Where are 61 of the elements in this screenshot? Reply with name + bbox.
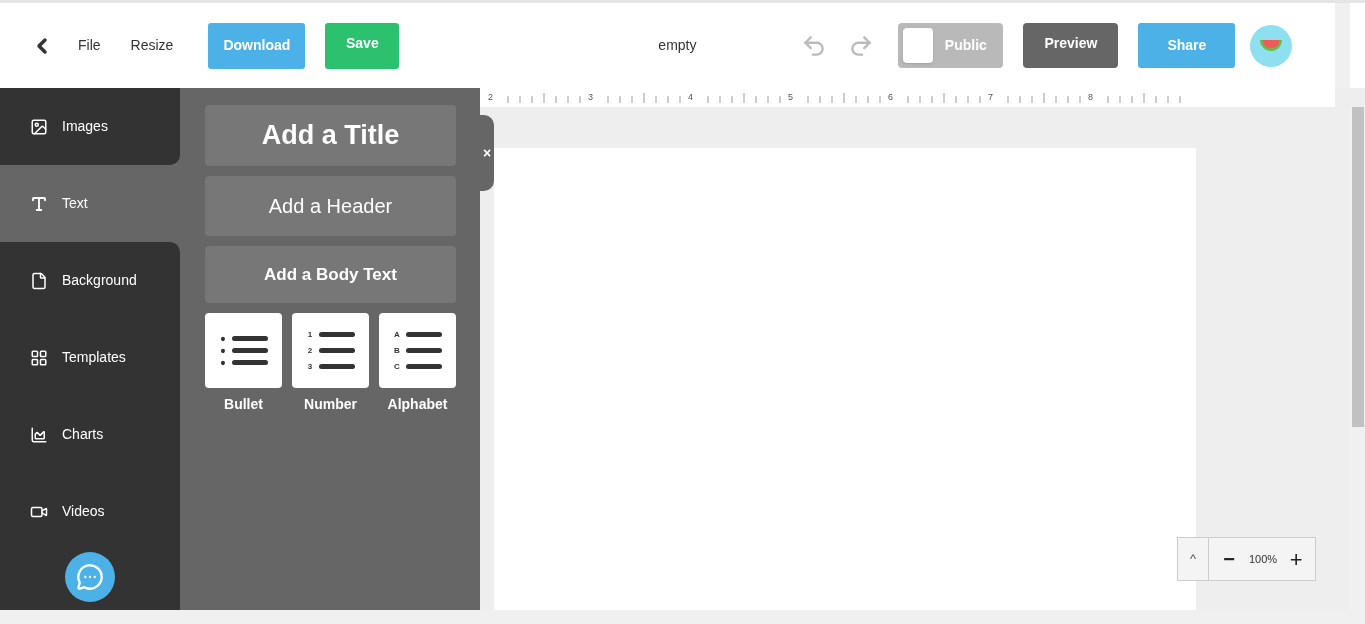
list-style-button[interactable]: • • • Bullet	[205, 313, 282, 415]
zoom-in-button[interactable]: +	[1277, 538, 1316, 580]
zoom-out-button[interactable]: −	[1209, 538, 1249, 580]
list-marker: •	[219, 334, 227, 343]
list-marker: B	[393, 344, 401, 357]
list-style-button[interactable]: 1 2 3 Number	[292, 313, 369, 415]
list-marker: •	[219, 358, 227, 367]
line-icon	[231, 348, 268, 353]
text-style-button[interactable]: Add a Body Text	[205, 246, 456, 303]
chat-icon	[76, 563, 104, 591]
sidebar-item[interactable]: Background	[0, 242, 180, 319]
list-style-button[interactable]: A B C Alphabet	[379, 313, 456, 415]
list-style-label: Bullet	[224, 395, 263, 414]
list-marker: 2	[306, 344, 314, 357]
menu-item[interactable]: File	[78, 35, 101, 56]
toggle-knob	[903, 28, 934, 63]
page-icon	[30, 271, 48, 290]
line-icon	[231, 360, 268, 365]
sidebar-item[interactable]: Templates	[0, 319, 180, 396]
collapse-button[interactable]: ^	[1178, 538, 1209, 580]
canvas-page[interactable]	[494, 148, 1196, 610]
list-style-label: Number	[304, 395, 357, 414]
line-icon	[318, 332, 355, 337]
line-icon	[318, 364, 355, 369]
line-icon	[231, 336, 268, 341]
line-icon	[405, 348, 442, 353]
ruler-number: 3	[588, 90, 594, 104]
line-icon	[405, 364, 442, 369]
list-marker: 1	[306, 328, 314, 341]
image-icon	[30, 117, 48, 136]
ruler-number: 7	[988, 90, 994, 104]
chat-button[interactable]	[65, 552, 115, 602]
watermelon-icon	[1259, 39, 1284, 52]
ruler-number: 5	[788, 90, 794, 104]
avatar[interactable]	[1250, 24, 1293, 67]
sidebar-item[interactable]: Charts	[0, 396, 180, 473]
list-marker: 3	[306, 360, 314, 373]
public-label: Public	[943, 36, 988, 55]
horizontal-scrollbar[interactable]	[0, 610, 1365, 624]
ruler-number: 8	[1088, 90, 1094, 104]
grid-icon	[30, 348, 48, 367]
ruler-number: 2	[488, 90, 494, 104]
zoom-value: 100%	[1249, 551, 1278, 567]
menu-item[interactable]: Resize	[130, 35, 174, 56]
preview-button[interactable]: Preview	[1023, 23, 1119, 68]
line-icon	[405, 332, 442, 337]
text-icon	[30, 194, 48, 213]
document-title[interactable]: empty	[658, 35, 719, 56]
list-marker: C	[393, 360, 401, 373]
line-icon	[318, 348, 355, 353]
chart-icon	[30, 425, 48, 444]
text-style-button[interactable]: Add a Header	[205, 176, 456, 236]
list-style-label: Alphabet	[387, 395, 448, 414]
text-style-button[interactable]: Add a Title	[205, 105, 456, 166]
sidebar-item[interactable]: Videos	[0, 473, 180, 550]
close-tab[interactable]: ×	[480, 115, 494, 191]
ruler-number: 4	[688, 90, 694, 104]
ruler-number: 6	[888, 90, 894, 104]
list-marker: •	[219, 346, 227, 355]
sidebar-item[interactable]: Images	[0, 88, 180, 165]
list-marker: A	[393, 328, 401, 341]
